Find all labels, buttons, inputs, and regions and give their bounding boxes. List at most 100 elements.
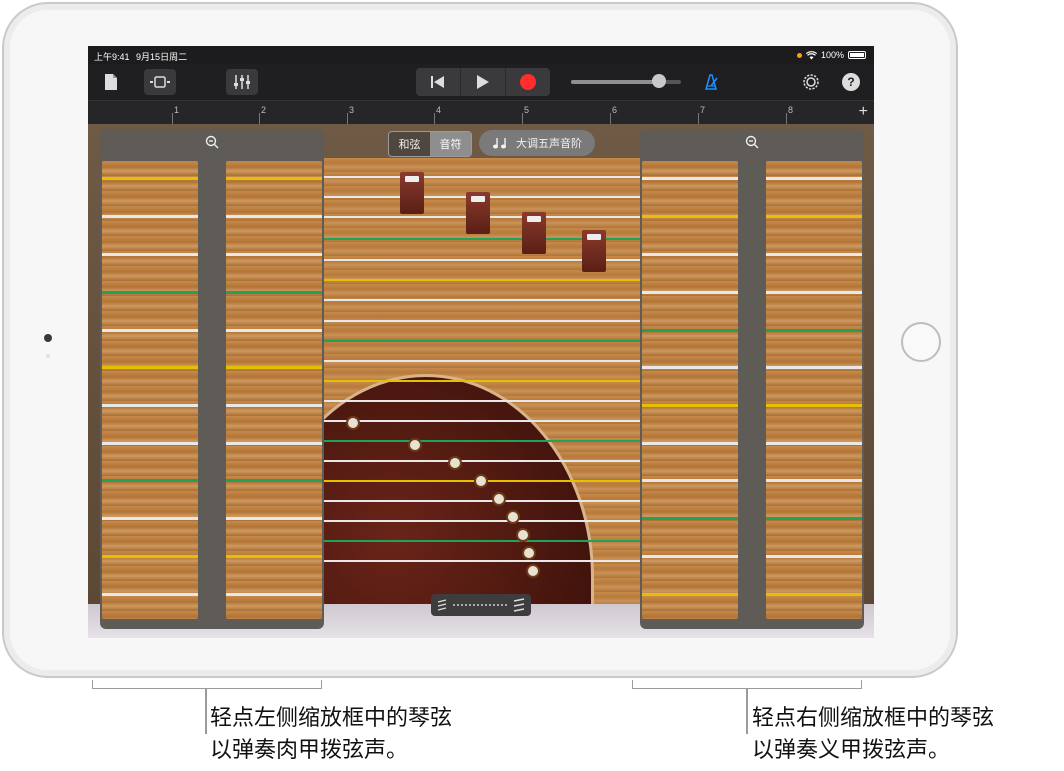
string[interactable] [766, 479, 862, 482]
string[interactable] [226, 404, 322, 407]
settings-button[interactable] [799, 69, 823, 95]
chords-tab[interactable]: 和弦 [389, 132, 430, 156]
document-icon [105, 74, 117, 90]
my-songs-button[interactable] [100, 69, 122, 95]
play-button[interactable] [461, 68, 506, 96]
string[interactable] [642, 593, 738, 596]
string[interactable] [766, 366, 862, 369]
string[interactable] [102, 177, 198, 180]
string[interactable] [226, 479, 322, 482]
string[interactable] [766, 404, 862, 407]
rewind-button[interactable] [416, 68, 461, 96]
left-zoom-strip-2[interactable] [226, 161, 322, 619]
metronome-button[interactable] [700, 69, 722, 95]
string[interactable] [102, 555, 198, 558]
string[interactable] [102, 593, 198, 596]
string[interactable] [324, 176, 642, 178]
add-section-button[interactable]: + [859, 103, 868, 121]
string[interactable] [642, 404, 738, 407]
tuning-peg [522, 546, 536, 560]
string[interactable] [324, 520, 642, 522]
mixer-button[interactable] [226, 69, 258, 95]
string[interactable] [642, 291, 738, 294]
right-zoom-box[interactable] [640, 129, 864, 629]
string[interactable] [324, 540, 642, 542]
volume-knob[interactable] [652, 74, 666, 88]
string[interactable] [324, 299, 642, 301]
tuning-peg [408, 438, 422, 452]
string[interactable] [102, 329, 198, 332]
left-zoom-strip-1[interactable] [102, 161, 198, 619]
left-zoom-box[interactable] [100, 129, 324, 629]
string[interactable] [766, 442, 862, 445]
string[interactable] [324, 340, 642, 342]
string[interactable] [102, 215, 198, 218]
string[interactable] [102, 442, 198, 445]
string[interactable] [766, 177, 862, 180]
string[interactable] [642, 479, 738, 482]
string[interactable] [642, 366, 738, 369]
string[interactable] [766, 253, 862, 256]
timeline-ruler[interactable]: 1 2 3 4 5 6 7 8 + [88, 100, 874, 125]
string[interactable] [642, 215, 738, 218]
string[interactable] [642, 555, 738, 558]
string[interactable] [642, 442, 738, 445]
string[interactable] [766, 517, 862, 520]
string[interactable] [324, 460, 642, 462]
home-button[interactable] [901, 322, 941, 362]
string[interactable] [226, 517, 322, 520]
help-button[interactable]: ? [840, 69, 862, 95]
notes-tab[interactable]: 音符 [430, 132, 471, 156]
string[interactable] [324, 320, 642, 322]
string[interactable] [766, 555, 862, 558]
string[interactable] [226, 555, 322, 558]
string[interactable] [226, 442, 322, 445]
zoom-out-icon[interactable] [205, 135, 219, 149]
string[interactable] [226, 291, 322, 294]
string[interactable] [102, 517, 198, 520]
right-zoom-strip-1[interactable] [642, 161, 738, 619]
tuning-peg [516, 528, 530, 542]
string[interactable] [226, 366, 322, 369]
volume-slider[interactable] [571, 74, 681, 88]
string[interactable] [226, 593, 322, 596]
string[interactable] [324, 380, 642, 382]
string[interactable] [324, 500, 642, 502]
string[interactable] [226, 215, 322, 218]
string[interactable] [642, 253, 738, 256]
string[interactable] [226, 177, 322, 180]
string[interactable] [766, 593, 862, 596]
string[interactable] [226, 329, 322, 332]
string-bridge [466, 192, 490, 234]
string[interactable] [324, 420, 642, 422]
zoom-handle[interactable] [431, 594, 531, 616]
string[interactable] [102, 253, 198, 256]
string[interactable] [102, 479, 198, 482]
left-zoom-header[interactable] [100, 129, 324, 155]
left-callout-line-1: 轻点左侧缩放框中的琴弦 [210, 706, 453, 731]
string[interactable] [324, 360, 642, 362]
scale-button[interactable]: 大调五声音阶 [479, 130, 595, 156]
string[interactable] [642, 177, 738, 180]
string[interactable] [324, 400, 642, 402]
view-toggle-button[interactable] [144, 69, 176, 95]
string[interactable] [102, 404, 198, 407]
string[interactable] [642, 517, 738, 520]
record-button[interactable] [506, 68, 550, 96]
string[interactable] [766, 291, 862, 294]
chords-notes-toggle[interactable]: 和弦 音符 [388, 131, 472, 157]
right-zoom-header[interactable] [640, 129, 864, 155]
string[interactable] [324, 440, 642, 442]
string[interactable] [324, 279, 642, 281]
string[interactable] [102, 291, 198, 294]
string[interactable] [324, 560, 642, 562]
right-zoom-strip-2[interactable] [766, 161, 862, 619]
string[interactable] [642, 329, 738, 332]
record-icon [520, 74, 536, 90]
string[interactable] [226, 253, 322, 256]
string[interactable] [766, 215, 862, 218]
string[interactable] [766, 329, 862, 332]
zoom-out-icon[interactable] [745, 135, 759, 149]
string[interactable] [102, 366, 198, 369]
right-callout-stem [746, 688, 748, 734]
